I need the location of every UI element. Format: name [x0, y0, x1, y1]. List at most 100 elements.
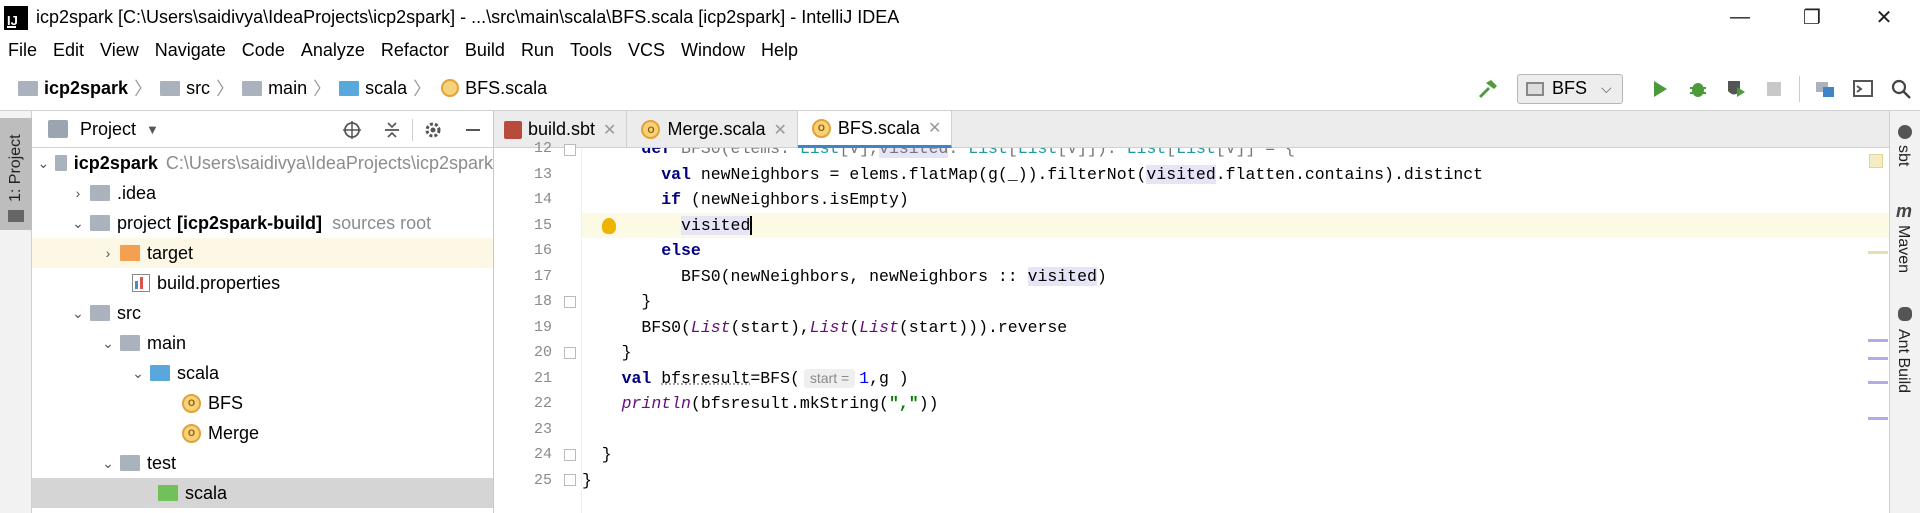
terminal-window-icon[interactable]	[1844, 70, 1882, 108]
caret-down-icon[interactable]: ▼	[146, 122, 159, 137]
breadcrumb-src[interactable]: src	[186, 78, 210, 99]
lightbulb-icon[interactable]	[602, 218, 616, 234]
maven-tool-tab[interactable]: Maven	[1894, 225, 1912, 273]
fold-marker-icon[interactable]	[564, 347, 576, 359]
menu-run[interactable]: Run	[521, 40, 554, 61]
menu-window[interactable]: Window	[681, 40, 745, 61]
code-line-16: else	[661, 241, 701, 260]
tree-item-label: build.properties	[157, 272, 281, 293]
menu-code[interactable]: Code	[242, 40, 285, 61]
project-tool-tab[interactable]: 1: Project	[0, 118, 32, 230]
inspection-status-icon[interactable]	[1869, 154, 1883, 168]
fold-marker-icon[interactable]	[564, 449, 576, 461]
source-folder-icon	[339, 80, 360, 96]
menu-tools[interactable]: Tools	[570, 40, 612, 61]
run-configuration-select[interactable]: BFS ⌵	[1517, 73, 1623, 104]
restore-button[interactable]: ❐	[1776, 0, 1848, 35]
line-number: 22	[533, 395, 552, 412]
editor-tabs: build.sbt ✕ O Merge.scala ✕ O BFS.scala …	[494, 111, 1889, 148]
hide-panel-icon[interactable]	[453, 111, 493, 148]
menu-edit[interactable]: Edit	[53, 40, 84, 61]
run-with-coverage-icon[interactable]	[1717, 70, 1755, 108]
code-line-21: val bfsresult=BFS(start = 1,g )	[621, 368, 909, 388]
code-line-22: println(bfsresult.mkString(","))	[621, 394, 939, 413]
menu-help[interactable]: Help	[761, 40, 798, 61]
tab-bfs-scala[interactable]: O BFS.scala ✕	[797, 111, 953, 148]
ant-tool-icon	[1898, 307, 1912, 321]
close-icon[interactable]: ✕	[774, 120, 787, 140]
tree-item-bfs[interactable]: O BFS	[32, 388, 493, 418]
editor-area: build.sbt ✕ O Merge.scala ✕ O BFS.scala …	[494, 111, 1889, 513]
code-line-19: BFS0(List(start),List(List(start))).reve…	[582, 317, 1068, 337]
chevron-right-icon[interactable]: ›	[96, 245, 120, 261]
scala-object-icon	[441, 79, 460, 97]
chevron-down-icon[interactable]: ⌄	[126, 365, 150, 382]
close-window-button[interactable]: ✕	[1848, 0, 1920, 35]
chevron-down-icon[interactable]: ⌄	[66, 305, 90, 322]
sbt-tool-icon	[1898, 125, 1912, 139]
tree-item-target[interactable]: › target	[32, 238, 493, 268]
chevron-down-icon[interactable]: ⌄	[96, 335, 120, 352]
chevron-down-icon[interactable]: ⌄	[66, 215, 90, 232]
toolbar-right: BFS ⌵	[1469, 66, 1920, 111]
line-number: 18	[533, 293, 552, 310]
minimize-button[interactable]: —	[1704, 0, 1776, 35]
breadcrumb-bfs-file[interactable]: BFS.scala	[465, 78, 547, 99]
ant-build-tool-tab[interactable]: Ant Build	[1894, 329, 1912, 393]
chevron-down-icon[interactable]: ⌄	[36, 155, 51, 172]
tree-item-project[interactable]: ⌄ project [icp2spark-build] sources root	[32, 208, 493, 238]
tree-item-idea[interactable]: › .idea	[32, 178, 493, 208]
close-icon[interactable]: ✕	[928, 118, 941, 138]
gear-icon[interactable]	[413, 111, 453, 148]
collapse-all-icon[interactable]	[372, 111, 412, 148]
tree-item-build-properties[interactable]: build.properties	[32, 268, 493, 298]
tree-item-test-scala[interactable]: scala	[32, 478, 493, 508]
stop-icon[interactable]	[1755, 70, 1793, 108]
scroll-marker	[1868, 381, 1888, 384]
locate-target-icon[interactable]	[332, 111, 372, 148]
menu-file[interactable]: File	[8, 40, 37, 61]
code-area[interactable]: def BFS0(elems: List[V],visited: List[Li…	[582, 148, 1889, 513]
search-icon[interactable]	[1882, 70, 1920, 108]
breadcrumb-separator-icon: 〉	[134, 79, 153, 99]
tree-item-root[interactable]: ⌄ icp2spark C:\Users\saidivya\IdeaProjec…	[32, 148, 493, 178]
chevron-right-icon[interactable]: ›	[66, 185, 90, 201]
tree-item-main[interactable]: ⌄ main	[32, 328, 493, 358]
tree-item-label: main	[147, 332, 187, 353]
tree-item-scala[interactable]: ⌄ scala	[32, 358, 493, 388]
project-panel-tools	[332, 111, 493, 148]
fold-marker-icon[interactable]	[564, 474, 576, 486]
project-structure-icon[interactable]	[1806, 70, 1844, 108]
breadcrumb-scala[interactable]: scala	[365, 78, 407, 99]
line-number: 14	[533, 191, 552, 208]
fold-marker-icon[interactable]	[564, 296, 576, 308]
tree-item-src[interactable]: ⌄ src	[32, 298, 493, 328]
menu-view[interactable]: View	[100, 40, 139, 61]
menu-navigate[interactable]: Navigate	[155, 40, 226, 61]
project-panel-title[interactable]: Project	[80, 119, 136, 140]
build-hammer-icon[interactable]	[1469, 70, 1507, 108]
menu-vcs[interactable]: VCS	[628, 40, 665, 61]
code-line-17: BFS0(newNeighbors, newNeighbors :: visit…	[582, 266, 1107, 286]
properties-file-icon	[132, 274, 150, 292]
tree-item-label: scala	[177, 362, 220, 383]
maven-tool-icon: m	[1896, 201, 1913, 221]
menu-refactor[interactable]: Refactor	[381, 40, 449, 61]
breadcrumb-icp2spark[interactable]: icp2spark	[44, 78, 128, 99]
breadcrumb-main[interactable]: main	[268, 78, 307, 99]
tree-item-merge[interactable]: O Merge	[32, 418, 493, 448]
menu-analyze[interactable]: Analyze	[301, 40, 365, 61]
sbt-tool-tab[interactable]: sbt	[1894, 145, 1912, 166]
run-icon[interactable]	[1641, 70, 1679, 108]
scala-object-icon: O	[182, 393, 201, 413]
menu-build[interactable]: Build	[465, 40, 505, 61]
line-number: 20	[533, 344, 552, 361]
line-number: 15	[533, 216, 552, 234]
close-icon[interactable]: ✕	[603, 120, 616, 140]
scala-object-icon: O	[641, 120, 661, 139]
debug-bug-icon[interactable]	[1679, 70, 1717, 108]
chevron-down-icon[interactable]: ⌄	[96, 455, 120, 472]
tree-item-test[interactable]: ⌄ test	[32, 448, 493, 478]
fold-marker-icon[interactable]	[564, 144, 576, 156]
tab-merge-scala[interactable]: O Merge.scala ✕	[627, 111, 798, 148]
